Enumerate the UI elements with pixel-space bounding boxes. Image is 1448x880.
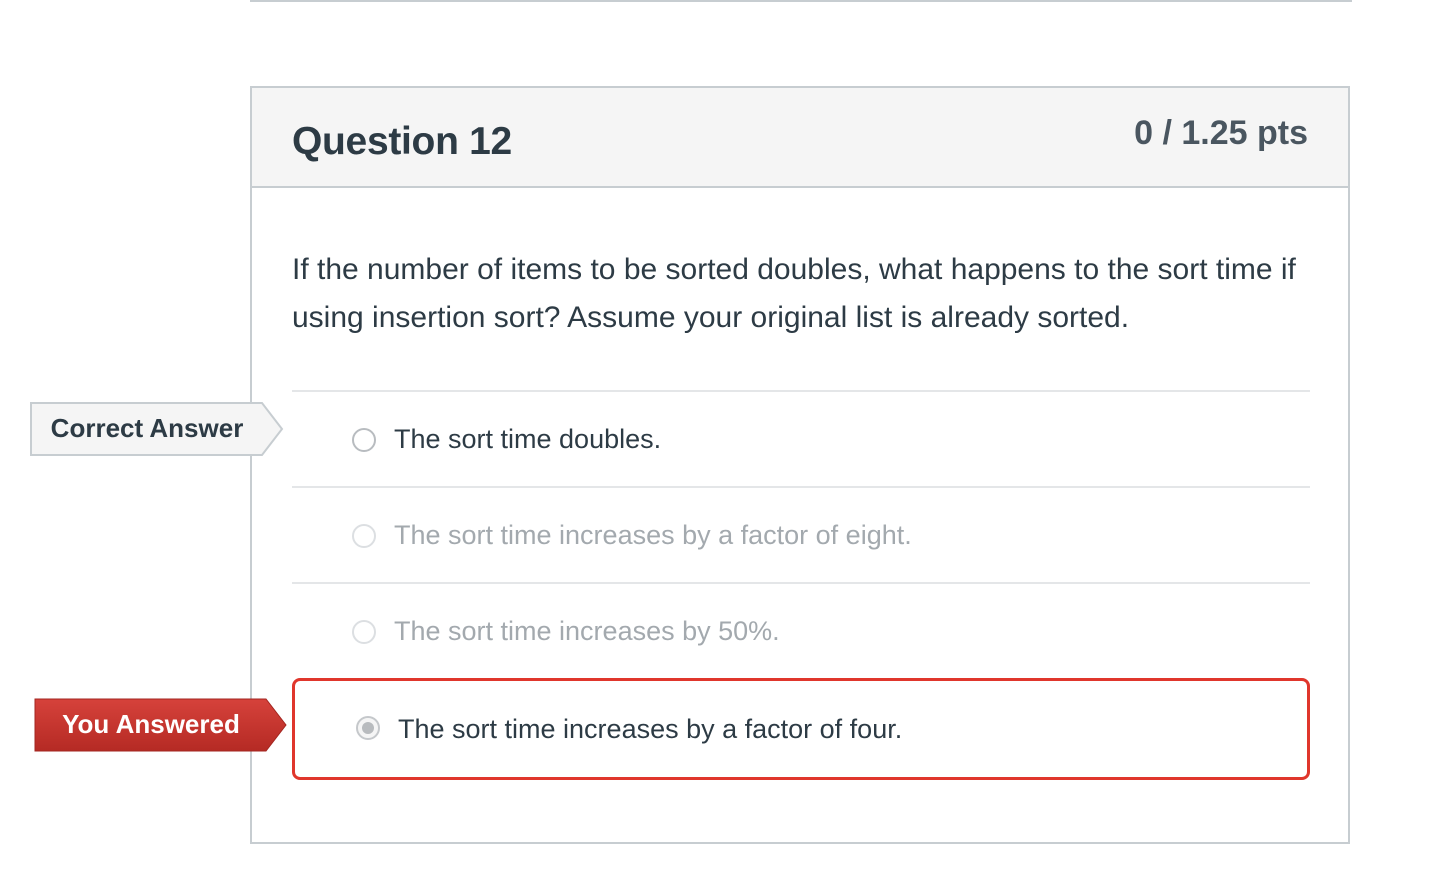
answer-option-correct: The sort time doubles. xyxy=(292,390,1310,486)
question-card: Question 12 0 / 1.25 pts If the number o… xyxy=(250,86,1350,844)
question-header: Question 12 0 / 1.25 pts xyxy=(252,88,1348,188)
answer-list: The sort time doubles. The sort time inc… xyxy=(292,390,1310,782)
you-answered-flag: You Answered xyxy=(34,698,287,752)
radio-button xyxy=(352,524,376,548)
you-answered-label: You Answered xyxy=(62,709,240,739)
answer-option: The sort time increases by 50%. xyxy=(292,582,1310,678)
question-points: 0 / 1.25 pts xyxy=(1134,114,1308,152)
question-text: If the number of items to be sorted doub… xyxy=(292,253,1296,334)
answer-label: The sort time increases by a factor of f… xyxy=(398,714,903,744)
answer-label: The sort time increases by 50%. xyxy=(394,616,780,646)
answer-label: The sort time doubles. xyxy=(394,424,662,454)
correct-answer-label: Correct Answer xyxy=(50,413,244,443)
answer-label: The sort time increases by a factor of e… xyxy=(394,520,912,550)
answer-option: The sort time increases by a factor of e… xyxy=(292,486,1310,582)
radio-button-checked xyxy=(356,716,380,740)
top-divider xyxy=(250,0,1352,2)
answer-option-selected: The sort time increases by a factor of f… xyxy=(292,678,1310,782)
radio-button xyxy=(352,620,376,644)
question-title: Question 12 xyxy=(292,120,512,163)
radio-button xyxy=(352,428,376,452)
correct-answer-flag: Correct Answer xyxy=(30,402,284,456)
